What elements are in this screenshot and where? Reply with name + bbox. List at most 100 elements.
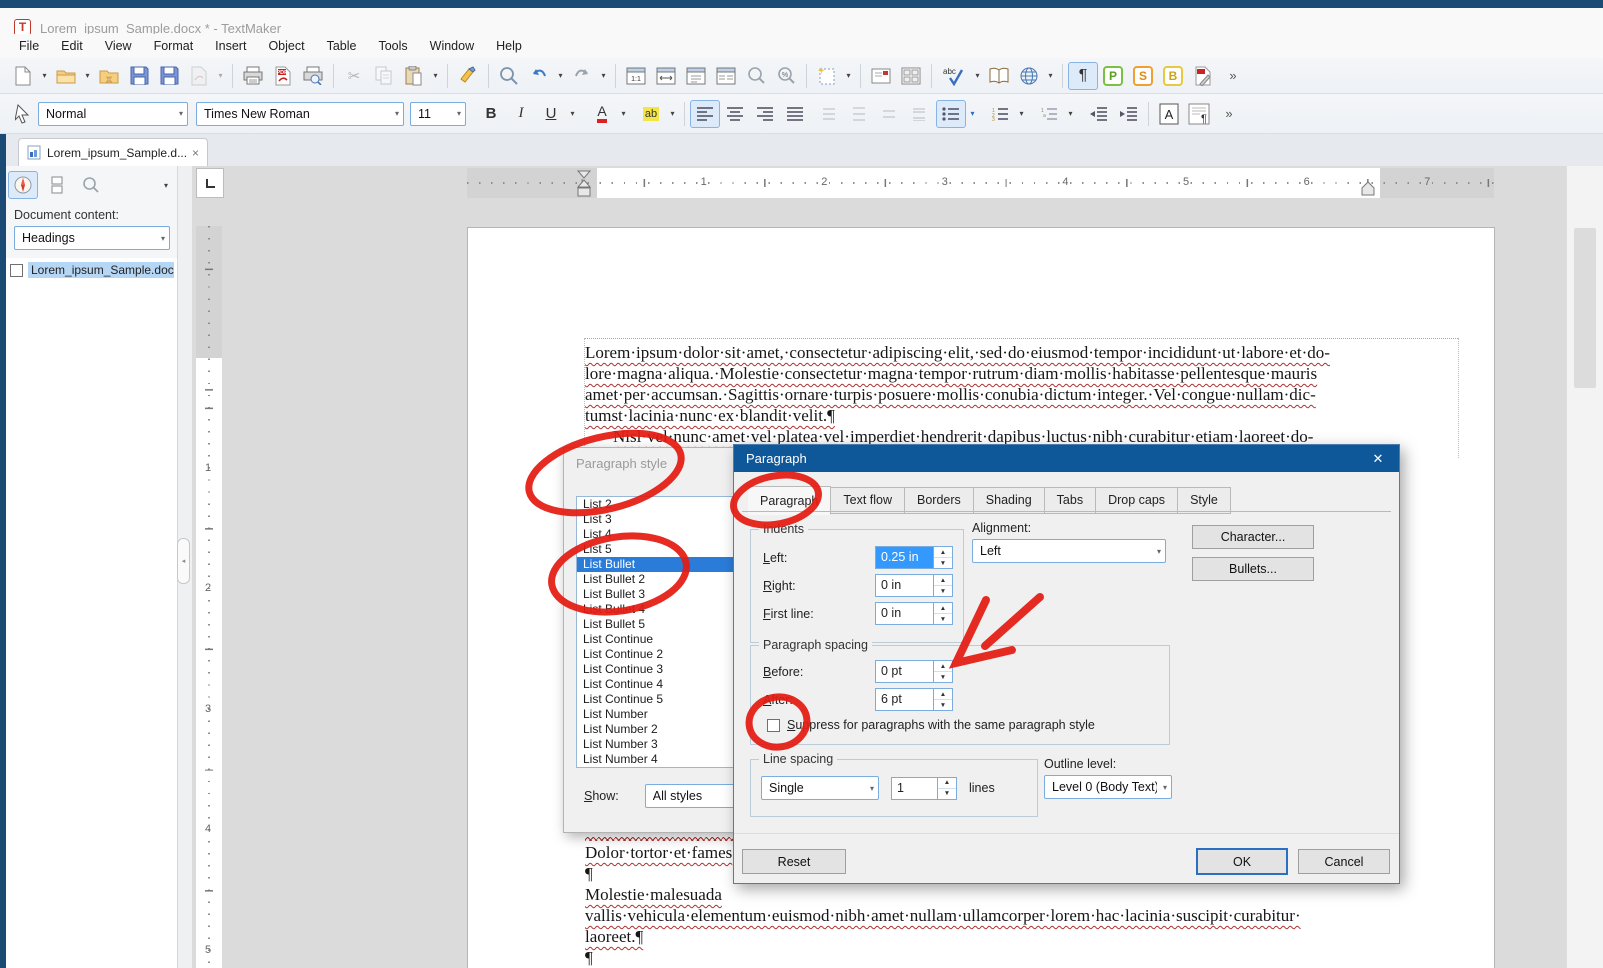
content-list-item[interactable]: Lorem_ipsum_Sample.doc [10,262,174,278]
pdf-edit-button[interactable] [1188,62,1218,90]
paragraph-dialog-titlebar[interactable]: Paragraph ✕ [734,445,1399,472]
character-button[interactable]: Character... [1192,525,1314,549]
format-paintbrush-button[interactable] [453,62,483,90]
spin-up-icon[interactable]: ▲ [934,689,952,700]
redo-dropdown[interactable]: ▾ [597,62,610,90]
bold-button[interactable]: B [476,100,506,128]
outline-level-combo[interactable]: Level 0 (Body Text)▾ [1044,775,1172,799]
align-left-button[interactable] [690,100,720,128]
alignment-combo[interactable]: Left▾ [972,539,1166,563]
font-color-dropdown[interactable]: ▾ [617,100,630,128]
bullets-button[interactable]: Bullets... [1192,557,1314,581]
text-frame-button[interactable]: A [1154,100,1184,128]
sidebar-options-dropdown[interactable]: ▾ [164,181,168,190]
document-line[interactable]: laoreet.¶ [585,927,1461,947]
before-spacing-field[interactable]: 0 pt▲▼ [875,660,953,683]
align-center-button[interactable] [720,100,750,128]
insert-frame-dropdown[interactable]: ▾ [842,62,855,90]
document-line[interactable]: vallis·vehicula·elementum·euismod·nibh·a… [585,906,1461,926]
spin-down-icon[interactable]: ▼ [934,586,952,596]
document-line[interactable]: amet·per·accumsan.·Sagittis·ornare·turpi… [585,385,1461,405]
tab-stop-selector[interactable] [196,168,224,198]
menu-item[interactable]: File [10,36,48,56]
suppress-checkbox[interactable] [767,719,780,732]
before-spacing-value[interactable]: 0 pt [876,661,933,682]
spinner-buttons[interactable]: ▲▼ [933,603,952,624]
paragraph-spacing-button[interactable] [906,100,936,128]
first-line-indent-value[interactable]: 0 in [876,603,933,624]
paste-dropdown[interactable]: ▾ [429,62,442,90]
menu-item[interactable]: View [96,36,141,56]
toolbar1-overflow-button[interactable]: » [1218,62,1248,90]
line-spacing-2-button[interactable] [876,100,906,128]
spinner-buttons[interactable]: ▲▼ [933,575,952,596]
paragraph-style-combo[interactable]: Normal▾ [38,102,188,126]
italic-button[interactable]: I [506,100,536,128]
document-line[interactable]: ¶ [585,948,1461,968]
open-button[interactable] [51,62,81,90]
spin-up-icon[interactable]: ▲ [934,661,952,672]
insert-frame-button[interactable] [812,62,842,90]
line-spacing-mode-combo[interactable]: Single▾ [761,776,879,800]
dialog-tab[interactable]: Tabs [1045,487,1096,514]
scrollbar-thumb[interactable] [1574,228,1596,388]
font-combo[interactable]: Times New Roman▾ [196,102,404,126]
spin-up-icon[interactable]: ▲ [938,778,956,789]
vertical-ruler[interactable]: 12345 [196,226,222,968]
horizontal-ruler[interactable]: 1234567 [467,168,1494,198]
bullet-list-button[interactable] [936,100,966,128]
after-spacing-field[interactable]: 6 pt▲▼ [875,688,953,711]
comment-button[interactable] [866,62,896,90]
select-mode-button[interactable] [8,100,38,128]
zoom-actual-button[interactable]: 1:1 [621,62,651,90]
menu-item[interactable]: Format [145,36,203,56]
menu-item[interactable]: Insert [206,36,255,56]
close-document-button[interactable]: x [94,62,124,90]
line-spacing-field[interactable]: 1▲▼ [891,777,957,800]
reset-button[interactable]: Reset [742,849,846,874]
zoom-magnifier-button[interactable] [741,62,771,90]
underline-dropdown[interactable]: ▾ [566,100,579,128]
spin-up-icon[interactable]: ▲ [934,575,952,586]
font-size-combo[interactable]: 11▾ [410,102,466,126]
tab-close-icon[interactable]: × [192,146,199,160]
outline-list-dropdown[interactable]: ▾ [1064,100,1077,128]
paste-button[interactable] [399,62,429,90]
search-button[interactable] [494,62,524,90]
spin-down-icon[interactable]: ▼ [934,614,952,624]
increase-indent-button[interactable] [1113,100,1143,128]
side-by-side-button[interactable] [896,62,926,90]
numbered-list-dropdown[interactable]: ▾ [1015,100,1028,128]
menu-item[interactable]: Object [259,36,313,56]
page-width-view-button[interactable] [651,62,681,90]
after-spacing-value[interactable]: 6 pt [876,689,933,710]
left-indent-value[interactable]: 0.25 in [876,547,933,568]
left-indent-field[interactable]: 0.25 in▲▼ [875,546,953,569]
decrease-indent-button[interactable] [1083,100,1113,128]
new-document-dropdown[interactable]: ▾ [38,62,51,90]
spinner-buttons[interactable]: ▲▼ [933,689,952,710]
open-dropdown[interactable]: ▾ [81,62,94,90]
content-selector-combo[interactable]: Headings▾ [14,226,170,250]
sidebar-search-button[interactable] [76,171,106,199]
spin-down-icon[interactable]: ▼ [934,558,952,568]
spin-down-icon[interactable]: ▼ [934,700,952,710]
dialog-tab[interactable]: Borders [905,487,974,514]
save-button[interactable] [124,62,154,90]
dialog-close-button[interactable]: ✕ [1357,445,1399,472]
web-research-dropdown[interactable]: ▾ [1044,62,1057,90]
item-checkbox[interactable] [10,264,23,277]
thesaurus-button[interactable] [984,62,1014,90]
spinner-buttons[interactable]: ▲▼ [933,547,952,568]
toolbar2-overflow-button[interactable]: » [1214,100,1244,128]
web-research-button[interactable] [1014,62,1044,90]
revert-button[interactable] [184,62,214,90]
underline-button[interactable]: U [536,100,566,128]
cancel-button[interactable]: Cancel [1298,849,1390,874]
align-justify-button[interactable] [780,100,810,128]
formatting-marks-button[interactable]: ¶ [1068,62,1098,90]
spin-down-icon[interactable]: ▼ [938,789,956,799]
bullet-list-dropdown[interactable]: ▾ [966,100,979,128]
numbered-list-button[interactable]: 123 [985,100,1015,128]
spell-check-button[interactable]: abc [937,62,971,90]
